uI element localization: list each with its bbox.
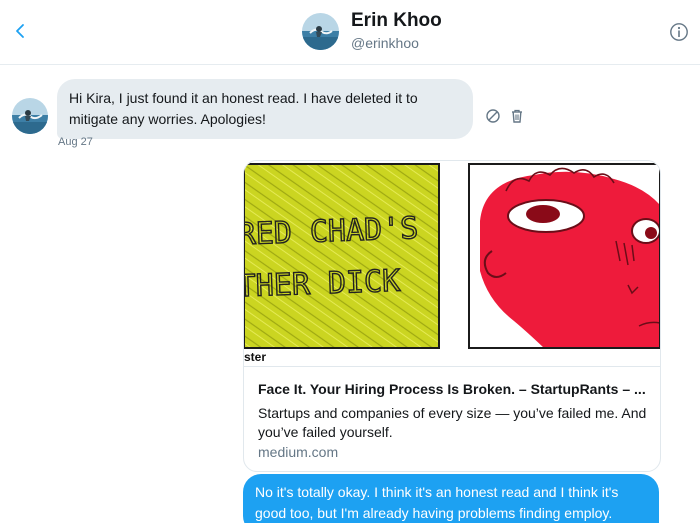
sender-avatar[interactable]: [12, 98, 48, 134]
avatar[interactable]: [302, 13, 339, 50]
contact-name: Erin Khoo: [351, 10, 442, 31]
delete-button[interactable]: [509, 108, 525, 124]
card-domain[interactable]: medium.com: [258, 444, 338, 460]
dm-conversation: Erin Khoo @erinkhoo Hi Kira, I just foun…: [0, 0, 700, 523]
message-timestamp: Aug 27: [58, 136, 93, 148]
card-body: Face It. Your Hiring Process Is Broken. …: [244, 366, 660, 471]
card-title[interactable]: Face It. Your Hiring Process Is Broken. …: [258, 381, 650, 397]
red-face-illustration: [468, 163, 660, 349]
outgoing-message[interactable]: No it's totally okay. I think it's an ho…: [243, 474, 659, 523]
artwork-text-line-1: RED CHAD'S: [244, 211, 419, 252]
trash-icon: [512, 109, 522, 123]
chevron-left-icon: [16, 24, 24, 38]
card-artwork: RED CHAD'S THER DICK ster: [244, 163, 660, 364]
incoming-message[interactable]: Hi Kira, I just found it an honest read.…: [57, 79, 473, 139]
back-button[interactable]: [8, 18, 34, 44]
conversation-header: Erin Khoo @erinkhoo: [0, 0, 700, 65]
artwork-caption: ster: [244, 350, 266, 364]
block-icon: [486, 109, 500, 123]
link-preview-card[interactable]: RED CHAD'S THER DICK ster Face It. Your …: [243, 160, 661, 472]
avatar-image: [12, 98, 48, 134]
info-icon: [670, 23, 688, 41]
conversation-info-button[interactable]: [669, 22, 689, 42]
artwork-text-line-2: THER DICK: [244, 264, 401, 305]
contact-handle: @erinkhoo: [351, 35, 419, 51]
avatar-image: [302, 13, 339, 50]
card-image: RED CHAD'S THER DICK ster: [244, 161, 660, 366]
message-actions: [485, 108, 525, 124]
block-button[interactable]: [485, 108, 501, 124]
card-description: Startups and companies of every size — y…: [258, 405, 647, 440]
